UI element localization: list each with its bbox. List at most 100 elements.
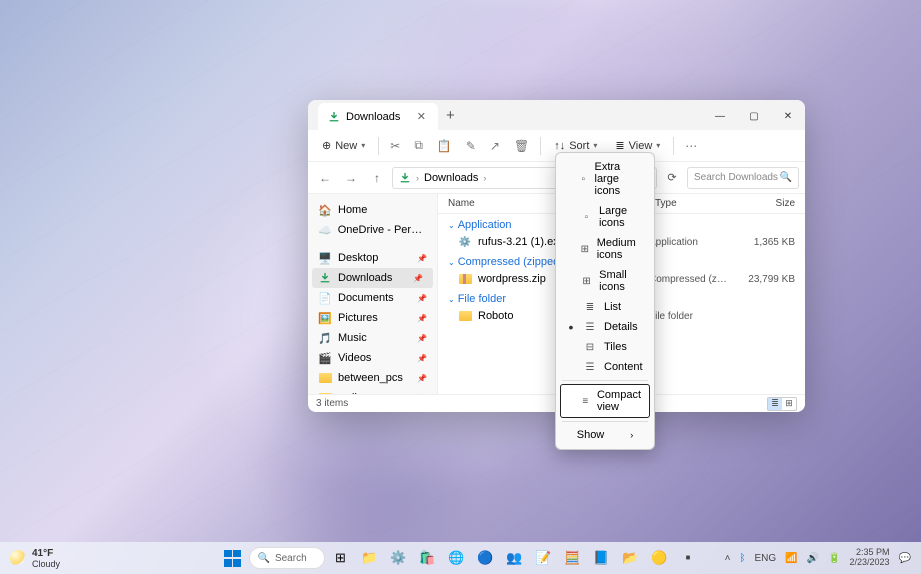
menu-separator [562, 380, 648, 381]
new-tab-button[interactable]: + [438, 101, 463, 130]
search-icon: 🔍 [258, 553, 270, 564]
paste-button[interactable]: 📋 [431, 135, 458, 157]
sidebar-label: Pictures [338, 312, 378, 324]
app-edge[interactable]: 🌐 [444, 545, 470, 571]
refresh-button[interactable]: ⟳ [661, 167, 683, 189]
videos-icon: 🎬 [318, 351, 332, 365]
menu-item-large[interactable]: ▫Large icons [560, 201, 650, 233]
bluetooth-icon[interactable]: ᛒ [739, 553, 745, 564]
start-button[interactable] [220, 545, 246, 571]
app-files[interactable]: 📂 [618, 545, 644, 571]
menu-label: Show [577, 429, 605, 441]
more-button[interactable]: ⋯ [679, 135, 703, 157]
chevron-down-icon: ⌄ [448, 295, 455, 304]
delete-button[interactable]: 🗑 [508, 135, 535, 157]
sidebar-label: Documents [338, 292, 394, 304]
sidebar-item-folder[interactable]: between_pcs 📌 [308, 368, 437, 388]
app-settings[interactable]: ⚙️ [386, 545, 412, 571]
item-count: 3 items [316, 398, 348, 409]
app-store[interactable]: 🛍️ [415, 545, 441, 571]
menu-item-tiles[interactable]: ⊟Tiles [560, 337, 650, 357]
menu-item-details[interactable]: •☰Details [560, 317, 650, 337]
wifi-icon[interactable]: 📶 [785, 553, 797, 564]
desktop-icon: 🖥️ [318, 251, 332, 265]
sidebar-label: between_pcs [338, 372, 403, 384]
sidebar-item-home[interactable]: 🏠 Home [308, 200, 437, 220]
copy-button[interactable]: ⧉ [408, 134, 429, 157]
app-notepad[interactable]: 📝 [531, 545, 557, 571]
minimize-button[interactable]: ― [703, 102, 737, 130]
menu-label: Extra large icons [595, 161, 645, 197]
thumbnails-view-toggle[interactable]: ⊞ [782, 398, 796, 410]
app-browser[interactable]: 🔵 [473, 545, 499, 571]
rename-button[interactable]: ✎ [460, 135, 482, 157]
sidebar-item-documents[interactable]: 📄Documents📌 [308, 288, 437, 308]
folder-icon [318, 371, 332, 385]
share-button[interactable]: ↗ [484, 135, 506, 157]
weather-widget[interactable]: 41°F Cloudy [10, 548, 60, 569]
menu-item-small[interactable]: ⊞Small icons [560, 265, 650, 297]
volume-icon[interactable]: 🔊 [807, 553, 819, 564]
menu-item-extra-large[interactable]: ▫Extra large icons [560, 157, 650, 201]
bullet-icon: • [566, 322, 576, 332]
sidebar-item-music[interactable]: 🎵Music📌 [308, 328, 437, 348]
up-button[interactable]: ↑ [366, 167, 388, 189]
home-icon: 🏠 [318, 203, 332, 217]
pin-icon: 📌 [417, 314, 427, 323]
separator [673, 137, 674, 155]
menu-label: Small icons [599, 269, 644, 293]
battery-icon[interactable]: 🔋 [828, 553, 840, 564]
pin-icon: 📌 [417, 374, 427, 383]
back-button[interactable]: ← [314, 167, 336, 189]
language-indicator[interactable]: ENG [754, 553, 776, 564]
sidebar-item-desktop[interactable]: 🖥️Desktop📌 [308, 248, 437, 268]
details-view-toggle[interactable]: ≣ [768, 398, 782, 410]
tray-chevron-icon[interactable]: ˄ [725, 553, 731, 564]
file-type: Application [649, 237, 729, 248]
forward-button[interactable]: → [340, 167, 362, 189]
close-button[interactable]: ✕ [771, 102, 805, 130]
taskbar-search[interactable]: 🔍Search [249, 547, 325, 569]
app-word[interactable]: 📘 [589, 545, 615, 571]
sidebar-item-downloads[interactable]: Downloads📌 [312, 268, 433, 288]
app-terminal[interactable]: ▪️ [676, 545, 702, 571]
sidebar-item-folder[interactable]: wallpapers📌 [308, 388, 437, 394]
view-dropdown-menu: ▫Extra large icons ▫Large icons ⊞Medium … [555, 152, 655, 450]
menu-item-medium[interactable]: ⊞Medium icons [560, 233, 650, 265]
sort-label: Sort [569, 140, 589, 152]
new-button[interactable]: ⊕ New ▾ [314, 135, 373, 156]
tab-downloads[interactable]: Downloads ✕ [318, 103, 438, 130]
date: 2/23/2023 [850, 558, 890, 568]
navigation-sidebar: 🏠 Home ☁️ OneDrive - Personal 🖥️Desktop📌… [308, 194, 438, 394]
search-input[interactable]: Search Downloads 🔍 [687, 167, 799, 189]
file-size: 1,365 KB [735, 237, 795, 248]
sidebar-item-videos[interactable]: 🎬Videos📌 [308, 348, 437, 368]
column-type[interactable]: Type [655, 198, 735, 209]
sidebar-label: Music [338, 332, 367, 344]
maximize-button[interactable]: ▢ [737, 102, 771, 130]
task-view-button[interactable]: ⊞ [328, 545, 354, 571]
menu-item-list[interactable]: ≣List [560, 297, 650, 317]
chevron-down-icon: ▾ [656, 141, 660, 150]
menu-item-content[interactable]: ☰Content [560, 357, 650, 377]
clock[interactable]: 2:35 PM 2/23/2023 [850, 548, 890, 568]
sidebar-item-onedrive[interactable]: ☁️ OneDrive - Personal [308, 220, 437, 240]
app-chrome[interactable]: 🟡 [647, 545, 673, 571]
sidebar-item-pictures[interactable]: 🖼️Pictures📌 [308, 308, 437, 328]
app-contacts[interactable]: 👥 [502, 545, 528, 571]
file-type: Compressed (zipp… [649, 274, 729, 285]
separator [540, 137, 541, 155]
music-icon: 🎵 [318, 331, 332, 345]
view-toggle: ≣ ⊞ [767, 397, 797, 411]
breadcrumb-folder[interactable]: Downloads [424, 172, 478, 184]
cut-button[interactable]: ✂ [384, 135, 406, 157]
menu-item-compact-view[interactable]: ≡Compact view [560, 384, 650, 418]
column-size[interactable]: Size [735, 198, 795, 209]
sidebar-label: wallpapers [338, 392, 391, 394]
notifications-icon[interactable]: 💬 [899, 553, 911, 564]
menu-item-show[interactable]: Show› [560, 425, 650, 445]
app-explorer[interactable]: 📁 [357, 545, 383, 571]
close-tab-icon[interactable]: ✕ [415, 108, 428, 125]
app-calculator[interactable]: 🧮 [560, 545, 586, 571]
menu-label: Compact view [597, 389, 643, 413]
